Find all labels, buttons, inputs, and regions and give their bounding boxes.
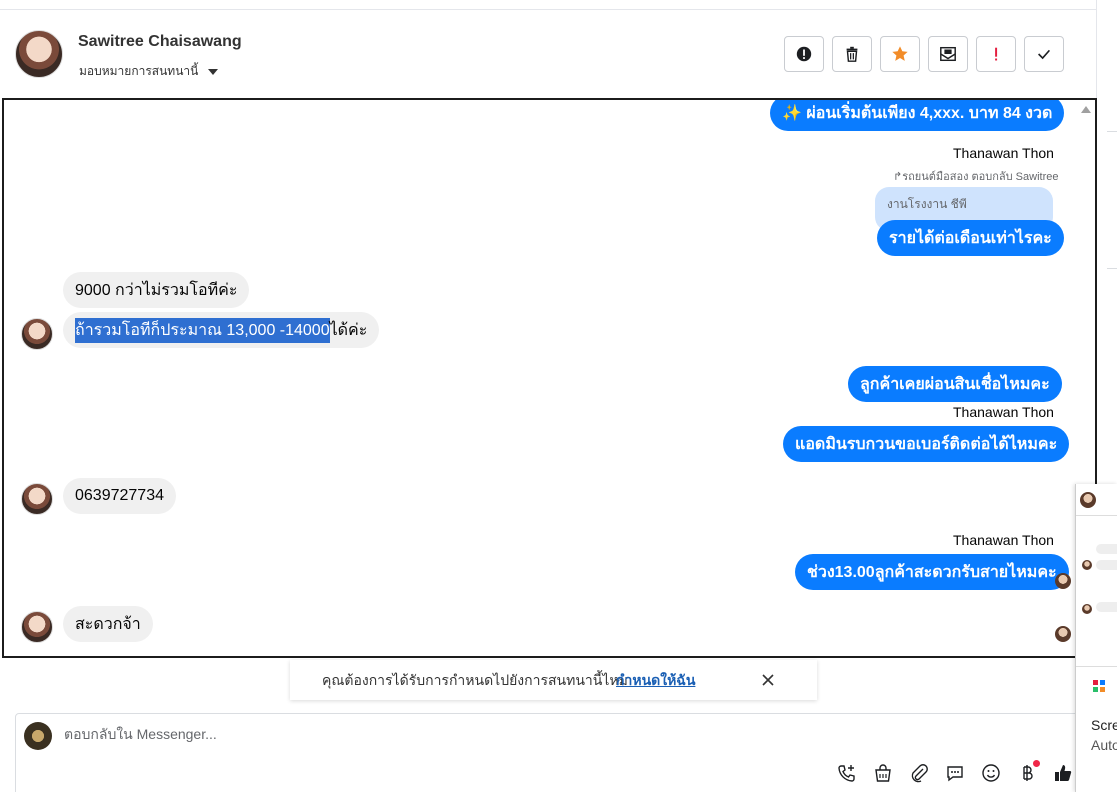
side-panel-avatar xyxy=(1082,604,1092,614)
selected-text: ถ้ารวมโอทีก็ประมาณ 13,000 -14000 xyxy=(75,317,330,343)
reply-context: ↱รถยนต์มือสอง ตอบกลับ Sawitree xyxy=(893,171,1059,183)
speech-bubble-icon xyxy=(947,766,963,782)
side-panel-footer: Scre Auto xyxy=(1076,666,1117,792)
shop-button[interactable] xyxy=(870,760,896,786)
read-receipt-avatar xyxy=(1055,573,1071,589)
exclamation-circle-icon xyxy=(796,46,812,62)
paperclip-icon xyxy=(911,764,928,783)
composer-tools xyxy=(834,760,1076,786)
delete-button[interactable] xyxy=(832,36,872,72)
side-panel-bubble xyxy=(1096,560,1117,570)
exclamation-icon xyxy=(995,47,998,61)
assign-to-me-link[interactable]: กำหนดให้ฉัน xyxy=(616,670,695,692)
side-panel-bubble xyxy=(1096,602,1117,612)
reply-context-text: รถยนต์มือสอง ตอบกลับ Sawitree xyxy=(902,171,1059,183)
sender-name: Thanawan Thon xyxy=(953,404,1054,420)
message-text: ได้ค่ะ xyxy=(329,321,368,339)
trash-icon xyxy=(846,46,858,62)
side-panel-avatar xyxy=(1082,560,1092,570)
side-panel-bubble xyxy=(1096,544,1117,554)
inbox-conversation-page: Sawitree Chaisawang มอบหมายการสนทนานี้ ✨… xyxy=(0,0,1117,792)
check-icon xyxy=(1038,49,1051,60)
incoming-message[interactable]: 9000 กว่าไม่รวมโอทีค่ะ xyxy=(63,272,250,308)
caret-down-icon xyxy=(208,68,219,75)
side-panel-text: Scre xyxy=(1091,717,1117,733)
contact-avatar[interactable] xyxy=(15,30,63,78)
call-button[interactable] xyxy=(834,760,860,786)
phone-plus-icon xyxy=(838,765,855,782)
mark-unread-button[interactable] xyxy=(928,36,968,72)
envelope-icon xyxy=(940,46,956,62)
incoming-message[interactable]: 0639727734 xyxy=(63,478,176,514)
contact-name[interactable]: Sawitree Chaisawang xyxy=(78,33,242,51)
sender-name: Thanawan Thon xyxy=(953,145,1054,161)
sender-name: Thanawan Thon xyxy=(953,532,1054,548)
star-button[interactable] xyxy=(880,36,920,72)
notification-dot xyxy=(1033,760,1040,767)
spam-button[interactable] xyxy=(784,36,824,72)
contact-avatar-small[interactable] xyxy=(21,611,53,643)
divider-tick xyxy=(1107,268,1117,269)
payment-button[interactable] xyxy=(1014,760,1040,786)
assign-prompt-banner: คุณต้องการได้รับการกำหนดไปยังการสนทนานี้… xyxy=(290,660,817,700)
thumbs-up-icon xyxy=(1055,765,1072,781)
saved-replies-button[interactable] xyxy=(942,760,968,786)
side-panel-avatar xyxy=(1080,492,1096,508)
contact-avatar-small[interactable] xyxy=(21,318,53,350)
assign-prompt-text: คุณต้องการได้รับการกำหนดไปยังการสนทนานี้… xyxy=(322,672,628,688)
contact-avatar-small[interactable] xyxy=(21,483,53,515)
incoming-message[interactable]: สะดวกจ้า xyxy=(63,606,153,642)
assign-conversation-dropdown[interactable]: มอบหมายการสนทนานี้ xyxy=(79,62,219,81)
page-avatar xyxy=(24,722,52,750)
app-logo-icon xyxy=(1093,680,1105,692)
like-button[interactable] xyxy=(1050,760,1076,786)
smiley-icon xyxy=(982,764,1000,782)
follow-up-button[interactable] xyxy=(976,36,1016,72)
side-panel-text: Auto xyxy=(1091,737,1117,753)
incoming-message[interactable]: ถ้ารวมโอทีก็ประมาณ 13,000 -14000 ได้ค่ะ xyxy=(63,312,380,348)
shopping-bag-icon xyxy=(875,764,891,782)
assign-label: มอบหมายการสนทนานี้ xyxy=(79,64,199,78)
scroll-up-arrow-icon[interactable] xyxy=(1081,106,1091,113)
outgoing-message[interactable]: รายได้ต่อเดือนเท่าไรคะ xyxy=(877,220,1064,256)
header-actions xyxy=(784,36,1064,72)
outgoing-message[interactable]: ช่วง13.00ลูกค้าสะดวกรับสายไหมคะ xyxy=(795,554,1069,590)
message-thread[interactable]: ✨ ผ่อนเริ่มต้นเพียง 4,xxx. บาท 84 งวด Th… xyxy=(2,98,1097,658)
message-composer xyxy=(15,713,1085,792)
outgoing-message[interactable]: ✨ ผ่อนเริ่มต้นเพียง 4,xxx. บาท 84 งวด xyxy=(770,100,1065,131)
close-icon[interactable] xyxy=(758,670,778,690)
side-chat-preview[interactable]: Scre Auto xyxy=(1075,484,1117,792)
emoji-button[interactable] xyxy=(978,760,1004,786)
side-panel-header xyxy=(1076,484,1117,516)
outgoing-message[interactable]: ลูกค้าเคยผ่อนสินเชื่อไหมคะ xyxy=(848,366,1062,402)
conversation-header: Sawitree Chaisawang มอบหมายการสนทนานี้ xyxy=(0,10,1096,98)
reply-input[interactable] xyxy=(64,726,764,742)
divider-tick xyxy=(1107,131,1117,132)
mark-done-button[interactable] xyxy=(1024,36,1064,72)
star-icon xyxy=(892,46,908,61)
outgoing-message[interactable]: แอดมินรบกวนขอเบอร์ติดต่อได้ไหมคะ xyxy=(783,426,1070,462)
attach-button[interactable] xyxy=(906,760,932,786)
read-receipt-avatar xyxy=(1055,626,1071,642)
